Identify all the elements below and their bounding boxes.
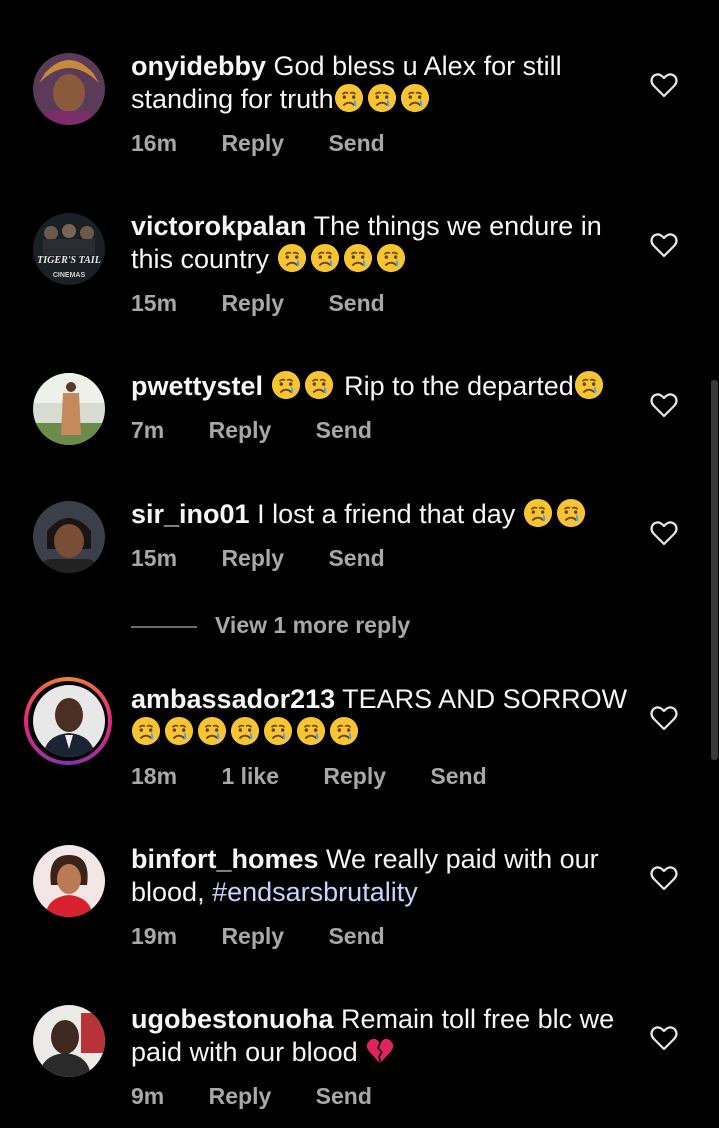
comment-body: I lost a friend that day	[257, 499, 516, 529]
like-heart-icon[interactable]	[650, 72, 678, 98]
comment-text: pwettystel Rip to the departed	[131, 370, 631, 403]
divider	[131, 625, 197, 628]
reply-button[interactable]: Reply	[221, 290, 284, 316]
scrollbar[interactable]	[711, 380, 718, 760]
crying-face-icon	[400, 83, 430, 113]
send-button[interactable]: Send	[328, 130, 384, 156]
reply-button[interactable]: Reply	[221, 130, 284, 156]
crying-face-icon	[376, 243, 406, 273]
avatar-poster-subtitle: CINEMAS	[53, 272, 86, 279]
crying-face-icon	[277, 243, 307, 273]
username[interactable]: ugobestonuoha	[131, 1004, 333, 1034]
username[interactable]: victorokpalan	[131, 211, 307, 241]
crying-face-icon	[334, 83, 364, 113]
username[interactable]: binfort_homes	[131, 844, 319, 874]
avatar[interactable]	[33, 685, 105, 757]
comment-body: TEARS AND SORROW	[342, 684, 628, 714]
timestamp: 18m	[131, 763, 178, 789]
crying-face-icon	[131, 716, 161, 746]
timestamp: 15m	[131, 290, 178, 316]
avatar[interactable]: TIGER'S TAIL CINEMAS	[33, 213, 105, 285]
reply-button[interactable]: Reply	[221, 545, 284, 571]
crying-face-icon	[329, 716, 359, 746]
reply-button[interactable]: Reply	[323, 763, 386, 789]
avatar[interactable]	[33, 845, 105, 917]
send-button[interactable]: Send	[328, 545, 384, 571]
avatar-poster-title: TIGER'S TAIL	[37, 255, 101, 266]
username[interactable]: sir_ino01	[131, 499, 250, 529]
like-heart-icon[interactable]	[650, 705, 678, 731]
view-more-replies-button[interactable]: View 1 more reply	[131, 612, 410, 639]
like-heart-icon[interactable]	[650, 392, 678, 418]
crying-face-icon	[367, 83, 397, 113]
username[interactable]: ambassador213	[131, 684, 335, 714]
send-button[interactable]: Send	[316, 417, 372, 443]
comment-body: Rip to the departed	[344, 371, 574, 401]
username[interactable]: pwettystel	[131, 371, 263, 401]
comment-text: sir_ino01 I lost a friend that day	[131, 498, 631, 531]
comment-text: onyidebby God bless u Alex for still sta…	[131, 50, 631, 116]
comment-text: ugobestonuoha Remain toll free blc we pa…	[131, 1003, 631, 1069]
like-heart-icon[interactable]	[650, 865, 678, 891]
username[interactable]: onyidebby	[131, 51, 266, 81]
crying-face-icon	[230, 716, 260, 746]
view-more-label: View 1 more reply	[215, 612, 411, 638]
like-count[interactable]: 1 like	[221, 763, 279, 789]
like-heart-icon[interactable]	[650, 520, 678, 546]
send-button[interactable]: Send	[328, 290, 384, 316]
crying-face-icon	[197, 716, 227, 746]
timestamp: 19m	[131, 923, 178, 949]
crying-face-icon	[343, 243, 373, 273]
timestamp: 15m	[131, 545, 178, 571]
like-heart-icon[interactable]	[650, 1025, 678, 1051]
like-heart-icon[interactable]	[650, 232, 678, 258]
timestamp: 9m	[131, 1083, 165, 1109]
crying-face-icon	[574, 370, 604, 400]
crying-face-icon	[263, 716, 293, 746]
send-button[interactable]: Send	[316, 1083, 372, 1109]
comment-text: ambassador213 TEARS AND SORROW	[131, 683, 631, 749]
broken-heart-icon	[365, 1036, 395, 1066]
timestamp: 7m	[131, 417, 165, 443]
timestamp: 16m	[131, 130, 178, 156]
comment-text: binfort_homes We really paid with our bl…	[131, 843, 631, 909]
send-button[interactable]: Send	[430, 763, 486, 789]
crying-face-icon	[271, 370, 301, 400]
avatar[interactable]	[33, 373, 105, 445]
send-button[interactable]: Send	[328, 923, 384, 949]
crying-face-icon	[556, 498, 586, 528]
avatar[interactable]	[33, 501, 105, 573]
crying-face-icon	[164, 716, 194, 746]
comment-text: victorokpalan The things we endure in th…	[131, 210, 631, 276]
avatar[interactable]	[33, 53, 105, 125]
reply-button[interactable]: Reply	[209, 1083, 272, 1109]
hashtag-link[interactable]: #endsarsbrutality	[212, 877, 418, 907]
reply-button[interactable]: Reply	[221, 923, 284, 949]
crying-face-icon	[310, 243, 340, 273]
crying-face-icon	[523, 498, 553, 528]
avatar[interactable]	[33, 1005, 105, 1077]
reply-button[interactable]: Reply	[209, 417, 272, 443]
crying-face-icon	[304, 370, 334, 400]
crying-face-icon	[296, 716, 326, 746]
